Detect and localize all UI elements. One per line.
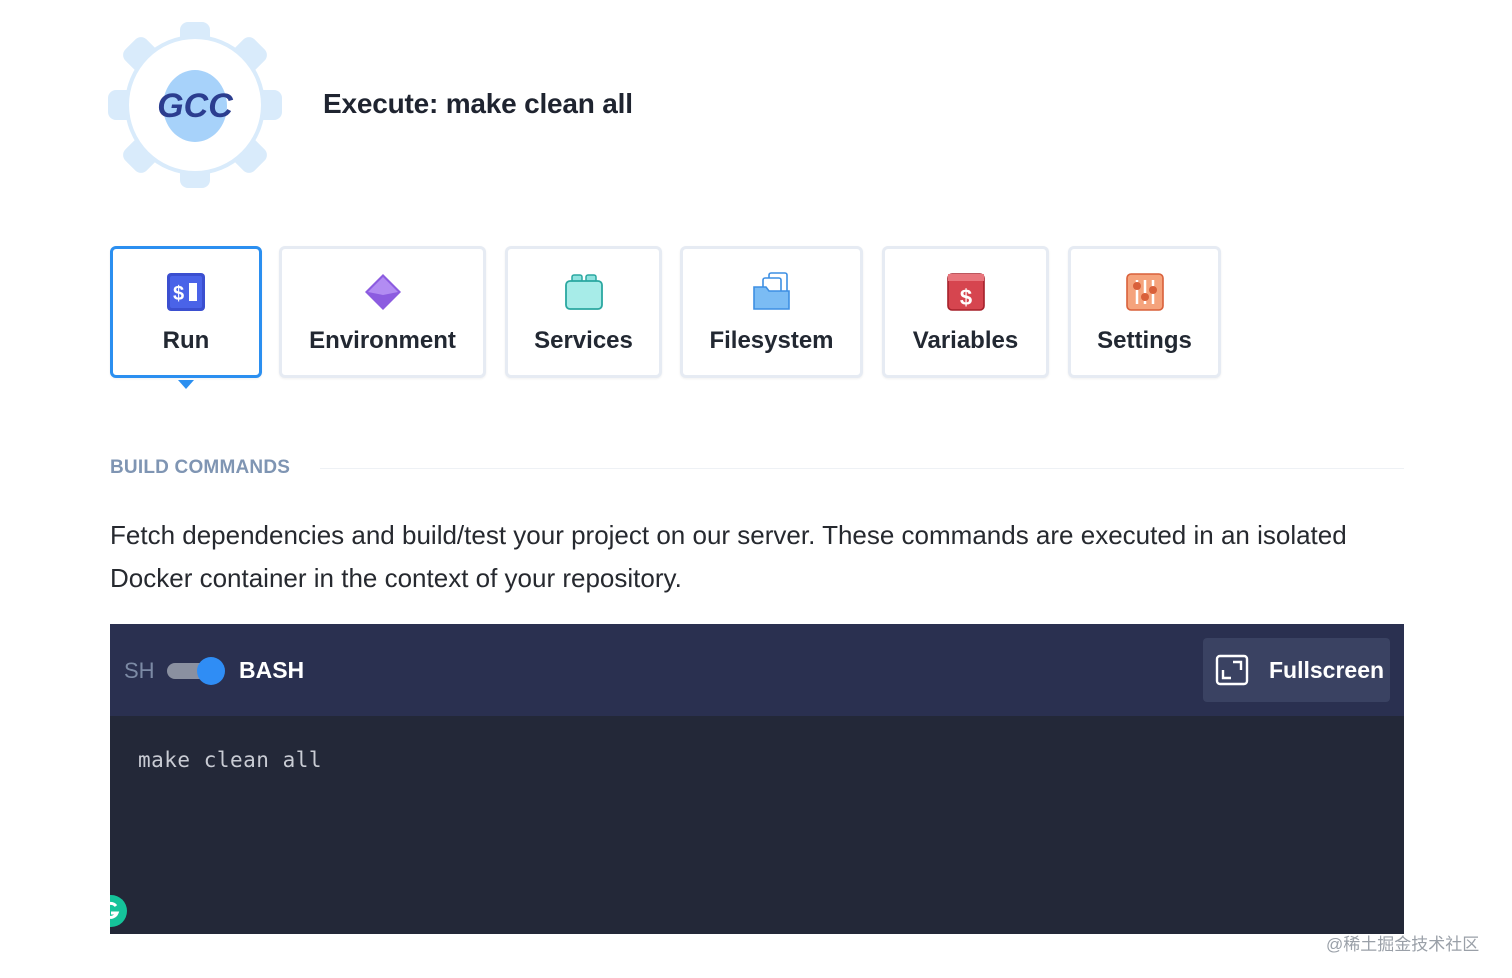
tab-label: Environment: [309, 327, 456, 354]
svg-text:$: $: [959, 285, 971, 310]
dollar-box-icon: $: [946, 273, 985, 311]
lego-block-icon: [564, 274, 603, 310]
tab-label: Settings: [1097, 327, 1192, 354]
tab-settings[interactable]: Settings: [1068, 246, 1221, 378]
gcc-logo-icon: GCC: [108, 22, 282, 188]
folder-files-icon: [752, 272, 790, 310]
section-description: Fetch dependencies and build/test your p…: [110, 520, 1347, 593]
fullscreen-label: Fullscreen: [1269, 656, 1385, 683]
fullscreen-icon: [1215, 654, 1249, 686]
tab-variables[interactable]: $ Variables: [882, 246, 1049, 378]
tab-label: Filesystem: [709, 327, 834, 354]
page: GCC Execute: make clean all $ Run Enviro…: [0, 0, 1512, 978]
svg-text:GCC: GCC: [157, 87, 233, 125]
section-title: BUILD COMMANDS: [110, 457, 291, 478]
svg-text:$: $: [173, 283, 184, 305]
sliders-icon: [1125, 273, 1164, 311]
tab-services[interactable]: Services: [505, 246, 662, 378]
watermark: @稀土掘金技术社区: [1326, 935, 1480, 954]
shell-toggle[interactable]: [167, 657, 227, 685]
grammarly-badge-icon[interactable]: [110, 894, 128, 928]
terminal-icon: $: [167, 273, 205, 311]
code-editor: SH BASH Fullscreen make clean all: [110, 624, 1404, 934]
shell-bash-label: BASH: [239, 657, 305, 683]
diamond-icon: [364, 274, 401, 310]
fullscreen-button[interactable]: Fullscreen: [1203, 638, 1390, 702]
toggle-knob: [197, 657, 225, 685]
code-content[interactable]: make clean all: [138, 748, 322, 772]
active-tab-pointer: [178, 380, 194, 389]
section-divider: [320, 468, 1404, 469]
shell-sh-label: SH: [124, 658, 155, 683]
page-title: Execute: make clean all: [323, 88, 633, 119]
tab-label: Run: [162, 327, 210, 354]
tab-environment[interactable]: Environment: [279, 246, 486, 378]
tab-label: Services: [534, 327, 633, 354]
tab-filesystem[interactable]: Filesystem: [680, 246, 863, 378]
editor-toolbar: SH BASH Fullscreen: [110, 624, 1404, 716]
tab-label: Variables: [912, 327, 1019, 354]
tab-run[interactable]: $ Run: [110, 246, 262, 378]
